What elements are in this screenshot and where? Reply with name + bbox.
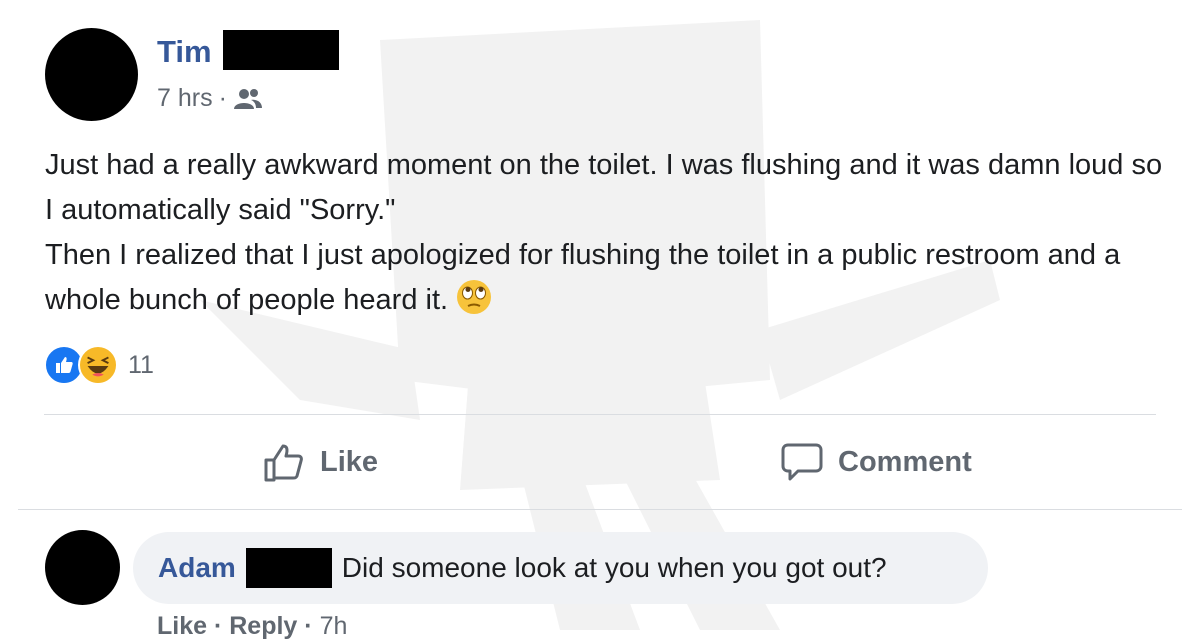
post-timestamp[interactable]: 7 hrs — [157, 84, 213, 113]
comment-button-label: Comment — [838, 445, 972, 478]
reaction-count[interactable]: 11 — [128, 351, 154, 380]
comment-reply-link[interactable]: Reply — [229, 612, 297, 640]
comment-timestamp[interactable]: 7h — [320, 612, 348, 640]
face-with-rolling-eyes-icon — [456, 279, 492, 329]
comment-actions: Like · Reply · 7h — [157, 612, 347, 641]
reaction-summary[interactable]: 11 — [44, 345, 154, 385]
comment-text: Did someone look at you when you got out… — [341, 552, 887, 583]
post-text-paragraph-2: Then I realized that I just apologized f… — [45, 233, 1165, 329]
comment-actions-separator: · — [207, 612, 230, 640]
comment-button[interactable]: Comment — [780, 440, 972, 484]
comment-like-link[interactable]: Like — [157, 612, 207, 640]
post-author-name[interactable]: Tim — [157, 34, 212, 70]
post-text-line-2: Then I realized that I just apologized f… — [45, 239, 1121, 316]
post-text-paragraph-1: Just had a really awkward moment on the … — [45, 149, 1163, 226]
thumbs-up-icon — [264, 444, 303, 482]
like-button[interactable]: Like — [262, 440, 378, 484]
friends-icon[interactable] — [233, 87, 263, 111]
comment-author-name[interactable]: Adam — [158, 552, 236, 584]
haha-reaction-icon — [78, 345, 118, 385]
post-actions-divider-top — [44, 414, 1156, 415]
post-meta: 7 hrs · — [157, 84, 263, 113]
speech-bubble-icon — [781, 443, 823, 481]
like-button-label: Like — [320, 445, 379, 478]
post-actions-divider-bottom — [18, 509, 1182, 510]
commenter-avatar[interactable] — [45, 530, 120, 605]
comment-bubble: Adam Did someone look at you when you go… — [133, 532, 988, 604]
redacted-surname — [223, 30, 339, 70]
post-body: Just had a really awkward moment on the … — [45, 143, 1165, 329]
meta-separator: · — [218, 84, 227, 112]
comment-actions-separator: · — [297, 612, 320, 640]
redacted-surname — [245, 548, 332, 588]
author-avatar[interactable] — [45, 28, 138, 121]
